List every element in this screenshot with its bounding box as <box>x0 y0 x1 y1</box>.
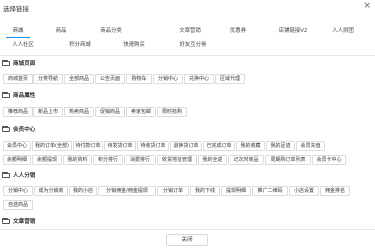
folder-icon <box>2 125 10 132</box>
dialog-title: 选择链接 <box>3 5 29 13</box>
link-chip[interactable]: 记次时商品 <box>228 155 264 165</box>
link-chip[interactable]: 新品上市 <box>33 107 63 117</box>
link-chip[interactable]: 推广二维码 <box>252 186 288 196</box>
link-chip[interactable]: 区域代理 <box>215 74 245 84</box>
section-title: 商城页面 <box>13 61 36 67</box>
link-chip[interactable]: 会员充值 <box>296 141 325 151</box>
tab-community[interactable]: 人人社区 <box>3 40 43 52</box>
tab-goods[interactable]: 商品 <box>47 26 75 38</box>
link-chip[interactable]: 已完成订单 <box>203 141 235 151</box>
link-chip[interactable]: 待付款订单 <box>73 141 103 151</box>
link-chip[interactable]: 全部商品 <box>64 74 94 84</box>
link-chip[interactable]: 分销订单 <box>157 186 189 196</box>
tab-mall[interactable]: 商城 <box>3 26 33 38</box>
link-chip[interactable]: 待发货订单 <box>104 141 136 151</box>
section-title: 商品属性 <box>13 93 36 99</box>
link-chip[interactable]: 会员中心 <box>3 141 31 151</box>
link-chip[interactable]: 我的订单(全部) <box>32 141 72 151</box>
link-chip[interactable]: 消费排行 <box>124 155 156 165</box>
link-chip[interactable]: 公告页面 <box>95 74 125 84</box>
link-chip[interactable]: 卖家包邮 <box>126 107 156 117</box>
tab-group-buy[interactable]: 人人拼团 <box>325 26 361 38</box>
link-chip[interactable]: 我的小店 <box>69 186 97 196</box>
tab-coupon[interactable]: 优惠券 <box>222 26 254 38</box>
link-chip[interactable]: 待收货订单 <box>137 141 169 151</box>
link-chip[interactable]: 我的资料 <box>63 155 92 165</box>
link-chip[interactable]: 自选商品 <box>3 200 33 210</box>
link-chip[interactable]: 积分排行 <box>93 155 123 165</box>
footer-divider <box>0 229 375 230</box>
link-chip[interactable]: 热卖商品 <box>64 107 94 117</box>
link-chip[interactable]: 分销中心 <box>153 74 183 84</box>
close-button[interactable]: 关闭 <box>166 234 208 246</box>
link-chip[interactable]: 我的收藏 <box>236 141 265 151</box>
link-chip[interactable]: 收货地址管理 <box>157 155 197 165</box>
link-chip[interactable]: 会员卡中心 <box>312 155 346 165</box>
link-chip[interactable]: 余额提现 <box>32 155 62 165</box>
link-chip[interactable]: 促销商品 <box>95 107 125 117</box>
section-header-mall-pages: 商城页面 <box>2 58 35 68</box>
link-chip[interactable]: 兑换中心 <box>184 74 214 84</box>
link-chip[interactable]: 小店设置 <box>289 186 319 196</box>
tab-goods-category[interactable]: 商品分类 <box>90 26 132 38</box>
dialog-header: 选择链接 × <box>0 0 375 14</box>
link-list: 商城页面 商城首页 分类导航 全部商品 公告页面 购物车 分销中心 兑换中心 区… <box>0 56 375 228</box>
link-chip[interactable]: 分类导航 <box>33 74 63 84</box>
link-chip[interactable]: 商城首页 <box>3 74 33 84</box>
link-chip[interactable]: 限时抢购 <box>157 107 187 117</box>
section-title: 人人分销 <box>13 173 36 179</box>
close-icon[interactable]: × <box>363 1 371 11</box>
link-chip[interactable]: 分销中心 <box>3 186 33 196</box>
link-chip[interactable]: 成为分销商 <box>34 186 68 196</box>
folder-icon <box>2 91 10 98</box>
link-chip[interactable]: 购物车 <box>126 74 152 84</box>
link-chip[interactable]: 提现明细 <box>221 186 251 196</box>
tab-shop-link-v2[interactable]: 店铺链接V2 <box>268 26 318 38</box>
section-title: 文章营销 <box>13 219 36 225</box>
folder-icon <box>2 59 10 66</box>
folder-icon <box>2 217 10 224</box>
tab-points-mall[interactable]: 积分商城 <box>59 40 101 52</box>
tab-quick-buy[interactable]: 快速购买 <box>112 40 156 52</box>
link-chip[interactable]: 佣金排名 <box>320 186 350 196</box>
section-header-goods-attributes: 商品属性 <box>2 90 35 100</box>
link-chip[interactable]: 退换货订单 <box>170 141 202 151</box>
link-chip[interactable]: 分销佣金/佣金提现 <box>98 186 156 196</box>
link-chip[interactable]: 我的足迹 <box>266 141 295 151</box>
link-chip[interactable]: 推荐商品 <box>3 107 33 117</box>
section-header-article-marketing: 文章营销 <box>2 216 35 226</box>
link-chip[interactable]: 我的全返 <box>198 155 227 165</box>
link-chip[interactable]: 余额明细 <box>3 155 31 165</box>
section-title: 会员中心 <box>13 127 36 133</box>
link-chip[interactable]: 周期购订单列表 <box>265 155 311 165</box>
link-chip[interactable]: 我的下线 <box>190 186 220 196</box>
section-header-member-center: 会员中心 <box>2 124 35 134</box>
tab-friend-coupon[interactable]: 好友互分券 <box>168 40 218 52</box>
tab-article-marketing[interactable]: 文章营销 <box>170 26 210 38</box>
section-header-distribution: 人人分销 <box>2 170 35 180</box>
folder-icon <box>2 171 10 178</box>
